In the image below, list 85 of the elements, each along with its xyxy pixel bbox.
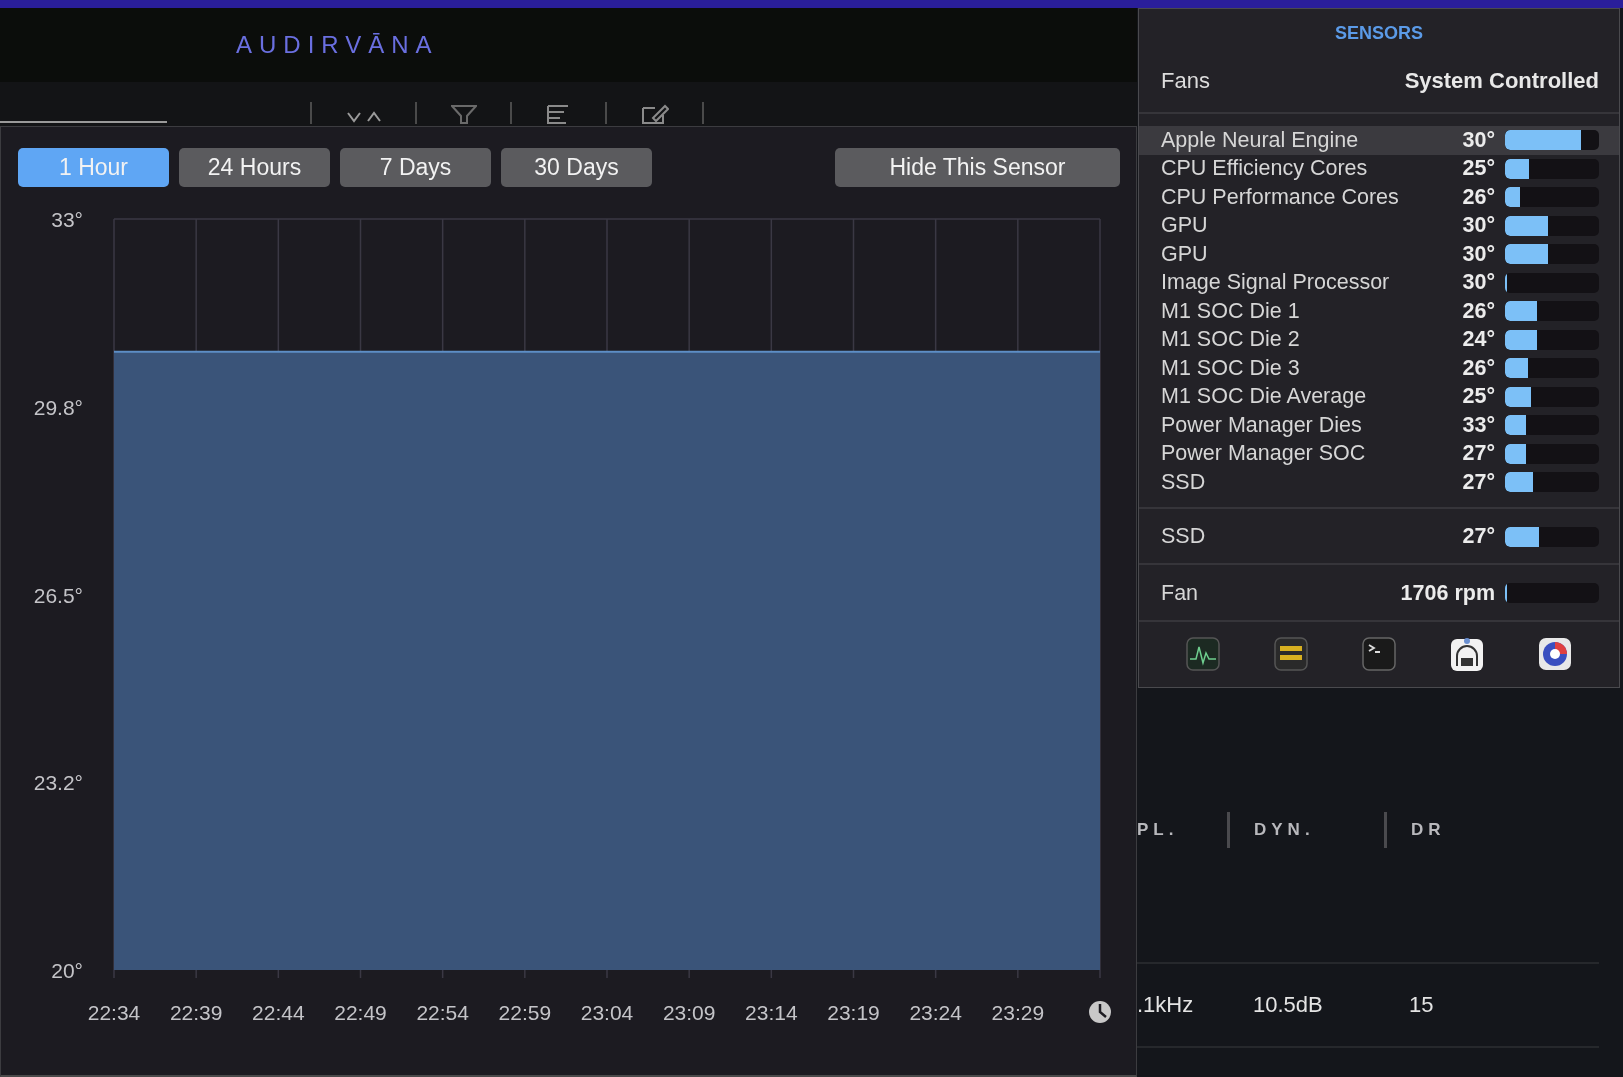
sensor-name: GPU [1161,213,1209,239]
sensor-name: M1 SOC Die 3 [1161,355,1301,381]
sensor-row[interactable]: Fan 1706 rpm [1139,579,1619,608]
sensor-row[interactable]: M1 SOC Die 3 26° [1139,354,1619,383]
sensor-row[interactable]: GPU 30° [1139,240,1619,269]
filter-icon[interactable] [451,104,477,124]
sensor-reading: 27° [1462,524,1495,550]
range-button[interactable]: 24 Hours [179,148,330,187]
sensor-row[interactable]: SSD 27° [1139,468,1619,497]
sensor-reading: 26° [1462,184,1495,210]
utility-app-icon[interactable] [1450,636,1484,673]
y-axis-label: 20° [51,959,83,982]
sensor-row[interactable]: GPU 30° [1139,211,1619,240]
sensor-row[interactable]: CPU Efficiency Cores 25° [1139,154,1619,183]
x-axis-label: 22:44 [252,1001,305,1024]
sensor-reading: 26° [1462,298,1495,324]
sensor-reading: 27° [1462,441,1495,467]
sensor-reading: 24° [1462,327,1495,353]
terminal-icon[interactable] [1362,637,1396,672]
sensor-name: Power Manager SOC [1161,441,1367,467]
x-axis-label: 23:29 [991,1001,1045,1024]
x-axis-label: 23:24 [909,1001,962,1024]
app-logo: AUDIRVĀNA [236,31,439,59]
activity-monitor-icon[interactable] [1186,637,1220,672]
sensor-name: M1 SOC Die 1 [1161,298,1301,324]
edit-icon[interactable] [641,104,669,124]
sensor-reading: 1706 rpm [1400,580,1495,606]
x-axis-label: 22:49 [334,1001,387,1024]
sensor-reading: 26° [1462,355,1495,381]
sensor-row[interactable]: Apple Neural Engine 30° [1139,126,1619,155]
sensor-name: Image Signal Processor [1161,270,1391,296]
sensor-row[interactable]: Power Manager Dies 33° [1139,411,1619,440]
sensor-name: SSD [1161,524,1207,550]
table-cell-text: .1kHz [1137,992,1195,1018]
sensor-row[interactable]: M1 SOC Die 2 24° [1139,325,1619,354]
x-axis-label: 23:09 [662,1001,716,1024]
x-axis-label: 22:59 [498,1001,552,1024]
x-axis-label: 23:14 [745,1001,798,1024]
column-header[interactable]: DYN. [1254,820,1384,840]
y-axis-label: 33° [51,208,83,231]
y-axis-label: 26.5° [33,583,83,607]
sensor-name: Apple Neural Engine [1161,127,1360,153]
panel-title: SENSORS [1334,23,1424,44]
sensor-row[interactable]: M1 SOC Die 1 26° [1139,297,1619,326]
sensor-name: Power Manager Dies [1161,412,1363,438]
x-axis-label: 22:54 [416,1001,469,1024]
sensor-reading: 25° [1462,156,1495,182]
sensor-row[interactable]: SSD 27° [1139,522,1619,551]
x-axis-label: 23:19 [827,1001,880,1024]
sensor-row[interactable]: CPU Performance Cores 26° [1139,183,1619,212]
sensor-name: M1 SOC Die Average [1161,384,1368,410]
sensor-name: GPU [1161,241,1209,267]
sensor-reading: 25° [1462,384,1495,410]
clock-icon[interactable] [1089,1001,1111,1023]
column-header[interactable]: PL. [1137,820,1227,840]
sensor-row[interactable]: Power Manager SOC 27° [1139,439,1619,468]
sensor-reading: 27° [1462,469,1495,495]
range-button[interactable]: 30 Days [501,148,652,187]
x-axis-label: 22:34 [87,1001,141,1024]
sort-icon[interactable] [346,110,382,124]
x-axis-label: 23:04 [580,1001,634,1024]
sensor-reading: 30° [1462,241,1495,267]
console-icon[interactable] [1274,637,1308,672]
table-cell-text: 10.5dB [1253,992,1324,1018]
sensor-name: Fan [1161,580,1200,606]
fans-mode[interactable]: System Controlled [1404,68,1599,112]
y-axis-label: 29.8° [33,395,83,419]
sensor-row[interactable]: M1 SOC Die Average 25° [1139,382,1619,411]
sensor-reading: 30° [1462,127,1495,153]
gauge-icon[interactable] [1538,637,1572,672]
hide-sensor-button[interactable]: Hide This Sensor [835,148,1120,187]
sensor-name: M1 SOC Die 2 [1161,327,1301,353]
sensor-name: SSD [1161,469,1207,495]
sensor-name: CPU Efficiency Cores [1161,156,1369,182]
fans-label: Fans [1161,68,1210,95]
sensor-reading: 30° [1462,270,1495,296]
range-button[interactable]: 7 Days [340,148,491,187]
sensor-reading: 30° [1462,213,1495,239]
sensor-reading: 33° [1462,412,1495,438]
sensor-row[interactable]: Image Signal Processor 30° [1139,268,1619,297]
y-axis-label: 23.2° [33,771,83,795]
table-cell: 15 [1409,992,1434,1018]
sensor-name: CPU Performance Cores [1161,184,1400,210]
x-axis-label: 22:39 [169,1001,223,1024]
column-header[interactable]: DR [1411,820,1446,840]
